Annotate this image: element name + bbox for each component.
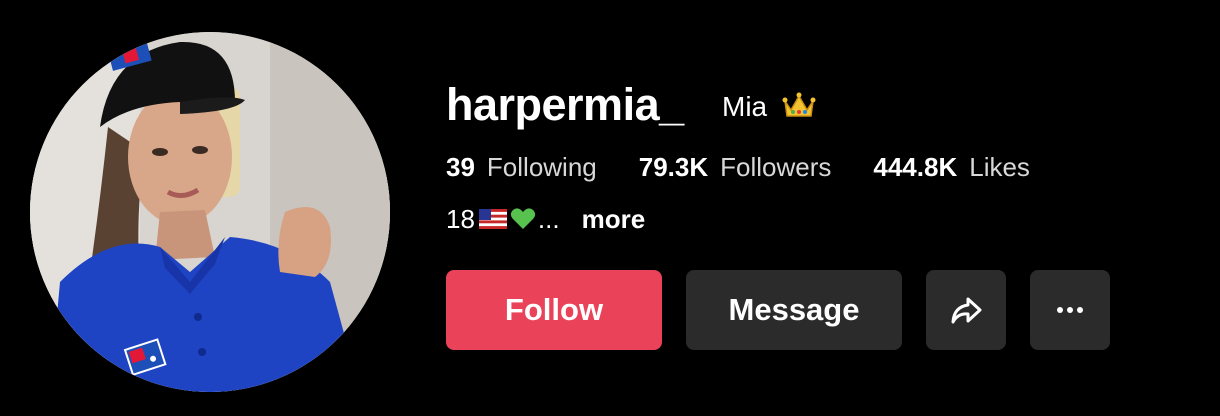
stat-followers[interactable]: 79.3K Followers	[639, 150, 832, 184]
message-button[interactable]: Message	[686, 270, 902, 350]
green-heart-icon	[510, 208, 536, 229]
share-arrow-icon	[951, 297, 982, 324]
bio-ellipsis: ...	[537, 204, 560, 234]
profile-stats: 39 Following 79.3K Followers 444.8K Like…	[446, 150, 1072, 184]
display-name: Mia	[722, 91, 768, 122]
stat-likes: 444.8K Likes	[873, 150, 1030, 184]
following-count: 39	[446, 152, 475, 182]
us-flag-icon	[478, 209, 507, 229]
followers-count: 79.3K	[638, 152, 709, 182]
followers-label: Followers	[720, 152, 832, 182]
bio: 18 ... more	[446, 202, 645, 236]
crown-icon	[782, 92, 816, 117]
follow-button[interactable]: Follow	[446, 270, 662, 350]
ellipsis-icon	[1057, 307, 1083, 313]
bio-text: 18	[446, 204, 475, 234]
stat-following[interactable]: 39 Following	[446, 150, 597, 184]
bio-more-link[interactable]: more	[582, 202, 646, 236]
username: harpermia_	[446, 79, 684, 130]
likes-count: 444.8K	[873, 152, 958, 182]
more-options-button[interactable]	[1030, 270, 1110, 350]
share-button[interactable]	[926, 270, 1006, 350]
profile-header: harpermia_ Mia 39 Following 79.3K Follow…	[0, 0, 1220, 416]
following-label: Following	[486, 152, 597, 182]
avatar-photo	[30, 32, 390, 392]
avatar[interactable]	[30, 32, 390, 392]
likes-label: Likes	[969, 152, 1030, 182]
